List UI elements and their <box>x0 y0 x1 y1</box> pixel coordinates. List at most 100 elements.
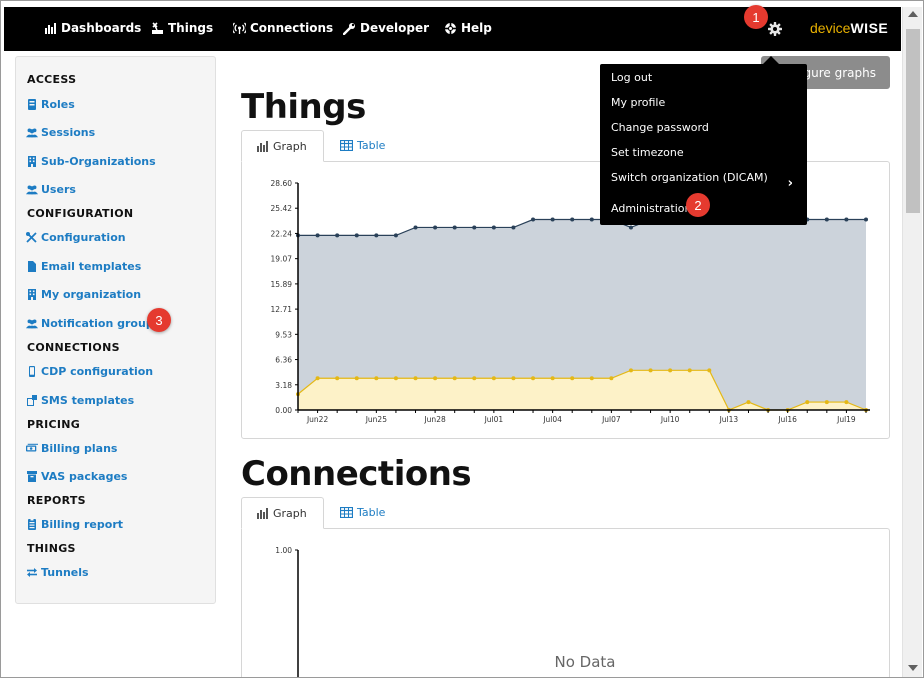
scroll-thumb[interactable] <box>906 29 920 213</box>
menu-item-change-password[interactable]: Change password <box>611 121 709 134</box>
nav-dashboards[interactable]: Dashboards <box>44 21 141 35</box>
series-0-point <box>393 233 398 238</box>
x-tick-label: Jun25 <box>365 415 387 424</box>
submenu-arrow-icon: › <box>787 176 793 191</box>
tab-things-graph[interactable]: Graph <box>241 130 324 162</box>
y-tick-label: 25.42 <box>271 204 293 213</box>
scroll-up-arrow-icon[interactable] <box>908 11 918 17</box>
tab-things-table[interactable]: Table <box>326 129 399 161</box>
step-badge-3: 3 <box>147 308 171 332</box>
gear-icon[interactable] <box>767 21 783 37</box>
sidebar-item-label: Sessions <box>41 126 96 139</box>
y-tick-label: 9.53 <box>275 330 292 339</box>
vertical-scrollbar[interactable] <box>902 7 922 677</box>
sidebar-item-configuration[interactable]: Configuration <box>26 231 126 244</box>
series-0-point <box>335 233 340 238</box>
series-1-point <box>824 400 829 405</box>
series-1-point <box>491 376 496 381</box>
y-tick-label: 12.71 <box>271 305 293 314</box>
nav-help-label: Help <box>461 21 492 35</box>
series-1-point <box>550 376 555 381</box>
sidebar-item-label: Notification groups <box>41 317 161 330</box>
file-icon <box>28 261 36 272</box>
menu-item-log-out[interactable]: Log out <box>611 71 652 84</box>
building-icon <box>28 289 36 300</box>
series-0-point <box>374 233 379 238</box>
series-0-point <box>824 217 829 222</box>
series-1-point <box>746 400 751 405</box>
users-icon <box>26 319 38 329</box>
series-0-point <box>628 225 633 230</box>
tab-connections-table[interactable]: Table <box>326 496 399 528</box>
roles-icon <box>28 99 36 110</box>
y-tick-label: 3.18 <box>275 381 292 390</box>
menu-item-switch-organization[interactable]: Switch organization (DICAM) <box>611 171 768 184</box>
series-1-point <box>687 368 692 373</box>
y-tick-label: 0.00 <box>275 406 292 415</box>
sidebar-item-cdp-configuration[interactable]: CDP configuration <box>26 365 153 378</box>
series-1-point <box>531 376 536 381</box>
sidebar-item-label: Tunnels <box>41 566 89 579</box>
y-tick-label: 6.36 <box>275 356 292 365</box>
nav-help[interactable]: Help <box>444 21 492 35</box>
sidebar-item-billing-report[interactable]: Billing report <box>26 518 123 531</box>
nav-developer[interactable]: Developer <box>343 21 429 35</box>
series-0-point <box>550 217 555 222</box>
package-icon <box>27 471 37 482</box>
menu-item-set-timezone[interactable]: Set timezone <box>611 146 684 159</box>
nav-things-label: Things <box>168 21 214 35</box>
sidebar-item-my-organization[interactable]: My organization <box>26 288 141 301</box>
sidebar-item-sessions[interactable]: Sessions <box>26 126 95 139</box>
sidebar-item-label: Email templates <box>41 260 142 273</box>
series-1-point <box>668 368 673 373</box>
connections-graph-panel: 1.00 No Data <box>241 528 890 677</box>
x-tick-label: Jun22 <box>306 415 328 424</box>
sidebar-item-billing-plans[interactable]: Billing plans <box>26 442 117 455</box>
sidebar-item-email-templates[interactable]: Email templates <box>26 260 141 273</box>
sidebar-item-label: Sub-Organizations <box>41 155 156 168</box>
sidebar-item-roles[interactable]: Roles <box>26 98 75 111</box>
menu-item-administration[interactable]: Administration <box>611 202 692 215</box>
x-tick-label: Jul01 <box>484 415 504 424</box>
series-0-point <box>511 225 516 230</box>
sidebar-section-reports: REPORTS <box>27 494 86 507</box>
series-1-point <box>570 376 575 381</box>
sidebar-item-vas-packages[interactable]: VAS packages <box>26 470 127 483</box>
menu-item-my-profile[interactable]: My profile <box>611 96 665 109</box>
sms-icon <box>27 395 37 406</box>
x-tick-label: Jul10 <box>660 415 680 424</box>
series-0-point <box>413 225 418 230</box>
series-1-point <box>472 376 477 381</box>
sidebar-item-users[interactable]: Users <box>26 183 76 196</box>
sidebar-item-sms-templates[interactable]: SMS templates <box>26 394 134 407</box>
nav-things[interactable]: Things <box>151 21 213 35</box>
series-0-point <box>491 225 496 230</box>
y-tick-label: 19.07 <box>271 255 293 264</box>
tab-connections-graph[interactable]: Graph <box>241 497 324 529</box>
scroll-down-arrow-icon[interactable] <box>908 665 918 671</box>
antenna-icon <box>152 21 163 34</box>
sidebar-item-notification-groups[interactable]: Notification groups <box>26 317 160 330</box>
series-0-point <box>315 233 320 238</box>
series-1-point <box>374 376 379 381</box>
series-1-point <box>844 400 849 405</box>
series-0-point <box>570 217 575 222</box>
nav-connections-label: Connections <box>250 21 334 35</box>
table-icon <box>340 506 353 518</box>
connections-area-chart: 1.00 No Data <box>275 546 615 677</box>
things-page-title: Things <box>241 87 366 127</box>
sidebar-item-sub-organizations[interactable]: Sub-Organizations <box>26 155 156 168</box>
sidebar-item-label: Users <box>41 183 76 196</box>
nav-connections[interactable]: Connections <box>233 21 333 35</box>
sidebar-item-tunnels[interactable]: Tunnels <box>26 566 89 579</box>
series-1-point <box>315 376 320 381</box>
sidebar-item-label: My organization <box>41 288 142 301</box>
series-0-point <box>531 217 536 222</box>
y-tick-label: 15.89 <box>271 280 293 289</box>
series-1-point <box>628 368 633 373</box>
admin-sidebar: ACCESS Roles Sessions Sub-Organizations … <box>15 56 216 604</box>
step-badge-2: 2 <box>686 193 710 217</box>
series-1-point <box>452 376 457 381</box>
series-0-point <box>354 233 359 238</box>
sidebar-item-label: SMS templates <box>41 394 135 407</box>
